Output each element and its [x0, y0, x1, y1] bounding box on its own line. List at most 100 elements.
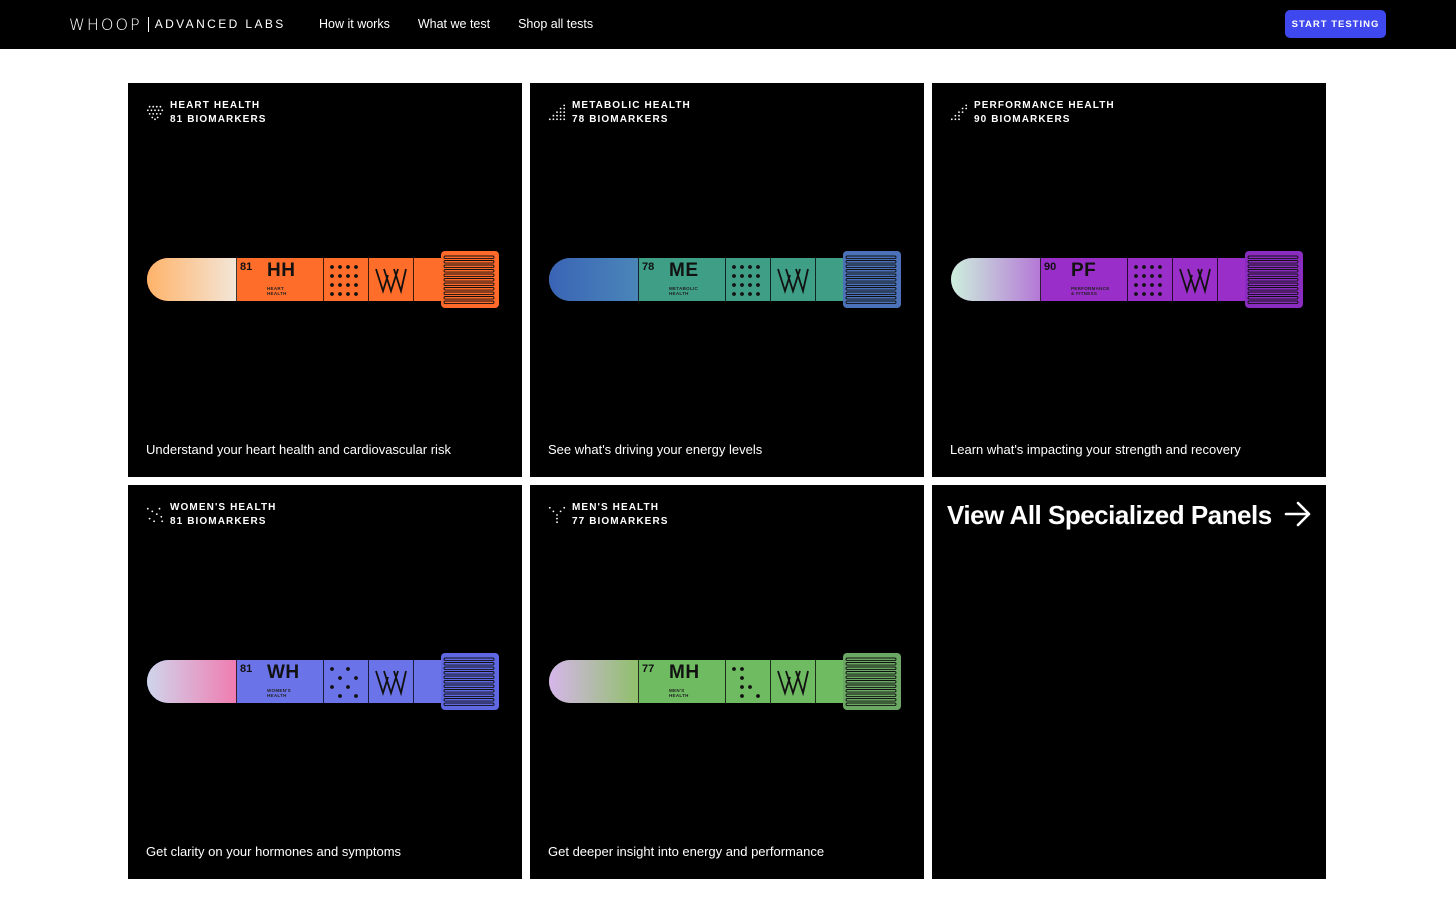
- panel-biomarker-count: 81 BIOMARKERS: [170, 114, 267, 125]
- logo-divider: [147, 16, 149, 32]
- heart-dots-icon: [146, 105, 164, 121]
- nav-link-how-it-works[interactable]: How it works: [319, 17, 390, 31]
- tube-dots-segment: [323, 660, 368, 703]
- tube-label-segment: 78 ME METABOLIC HEALTH: [638, 258, 725, 301]
- panel-header: WOMEN'S HEALTH 81 BIOMARKERS: [146, 501, 276, 529]
- tube-cap: [843, 653, 901, 710]
- tube-cap: [441, 251, 499, 308]
- panel-card-pf[interactable]: PERFORMANCE HEALTH 90 BIOMARKERS 90 PF P…: [932, 83, 1326, 477]
- nav-link-what-we-test[interactable]: What we test: [418, 17, 490, 31]
- tube-code: ME: [669, 260, 699, 281]
- tube-w-segment: [1172, 258, 1217, 301]
- panel-title: HEART HEALTH: [170, 100, 261, 111]
- panel-biomarker-count: 90 BIOMARKERS: [974, 114, 1071, 125]
- tube-dot-pattern: [732, 667, 760, 698]
- y-dots-icon: [548, 506, 566, 524]
- logo-wordmark: WHOOP: [69, 14, 142, 34]
- panel-description: Understand your heart health and cardiov…: [146, 442, 451, 457]
- tube-end-segment: [413, 660, 441, 703]
- whoop-w-icon: [777, 268, 809, 295]
- panel-title: MEN'S HEALTH: [572, 502, 660, 513]
- panel-titles: METABOLIC HEALTH 78 BIOMARKERS: [572, 99, 691, 127]
- panel-biomarker-count: 78 BIOMARKERS: [572, 114, 669, 125]
- nav-link-shop-all-tests[interactable]: Shop all tests: [518, 17, 593, 31]
- tube-w-segment: [368, 660, 413, 703]
- panel-titles: MEN'S HEALTH 77 BIOMARKERS: [572, 501, 669, 529]
- tube-tip: [147, 258, 237, 301]
- panel-title: WOMEN'S HEALTH: [170, 502, 277, 513]
- tube-dot-pattern: [330, 265, 358, 296]
- whoop-w-icon: [777, 670, 809, 697]
- tube-dots-segment: [1127, 258, 1172, 301]
- tube-number: 77: [642, 663, 655, 675]
- tube-w-segment: [770, 258, 815, 301]
- tube-number: 90: [1044, 261, 1057, 273]
- panel-titles: PERFORMANCE HEALTH 90 BIOMARKERS: [974, 99, 1115, 127]
- tube-cap-ridges: [443, 255, 495, 305]
- view-all-panels-card[interactable]: View All Specialized Panels: [932, 485, 1326, 879]
- panel-biomarker-count: 77 BIOMARKERS: [572, 516, 669, 527]
- test-tube-illustration: 90 PF PERFORMANCE & FITNESS: [951, 251, 1307, 309]
- panel-header: PERFORMANCE HEALTH 90 BIOMARKERS: [950, 99, 1115, 127]
- tube-number: 81: [240, 663, 253, 675]
- tube-sublabel-line2: HEALTH: [669, 693, 689, 698]
- whoop-w-icon: [375, 268, 407, 295]
- panel-title: PERFORMANCE HEALTH: [974, 100, 1115, 111]
- nav-links: How it works What we test Shop all tests: [319, 17, 621, 31]
- whoop-w-icon: [375, 670, 407, 697]
- test-tube-illustration: 77 MH MEN'S HEALTH: [549, 653, 905, 711]
- tube-cap-ridges: [845, 657, 897, 707]
- panel-titles: WOMEN'S HEALTH 81 BIOMARKERS: [170, 501, 276, 529]
- whoop-advanced-labs-logo[interactable]: WHOOP ADVANCED LABS: [69, 14, 286, 34]
- tube-end-segment: [815, 258, 843, 301]
- tube-dots-segment: [725, 258, 770, 301]
- tube-sublabel: METABOLIC HEALTH: [669, 286, 698, 296]
- panel-header: METABOLIC HEALTH 78 BIOMARKERS: [548, 99, 691, 127]
- test-tube-illustration: 81 HH HEART HEALTH: [147, 251, 503, 309]
- tube-sublabel: WOMEN'S HEALTH: [267, 688, 291, 698]
- tube-cap: [441, 653, 499, 710]
- tube-end-segment: [815, 660, 843, 703]
- tube-end-segment: [413, 258, 441, 301]
- tube-sublabel: MEN'S HEALTH: [669, 688, 689, 698]
- tube-code: WH: [267, 662, 300, 683]
- tube-dot-pattern: [1134, 265, 1162, 296]
- panel-header: MEN'S HEALTH 77 BIOMARKERS: [548, 501, 669, 529]
- tube-sublabel-line2: & FITNESS: [1071, 291, 1098, 296]
- tube-tip: [951, 258, 1041, 301]
- panel-description: Learn what's impacting your strength and…: [950, 442, 1241, 457]
- tube-cap: [1245, 251, 1303, 308]
- panel-card-wh[interactable]: WOMEN'S HEALTH 81 BIOMARKERS 81 WH WOMEN…: [128, 485, 522, 879]
- tube-w-segment: [770, 660, 815, 703]
- tube-label-segment: 81 HH HEART HEALTH: [236, 258, 323, 301]
- tube-dots-segment: [725, 660, 770, 703]
- tube-body: 81 HH HEART HEALTH: [147, 258, 441, 301]
- panel-card-me[interactable]: METABOLIC HEALTH 78 BIOMARKERS 78 ME MET…: [530, 83, 924, 477]
- tube-tip: [549, 660, 639, 703]
- tube-body: 78 ME METABOLIC HEALTH: [549, 258, 843, 301]
- arrow-right-icon: [1284, 501, 1311, 527]
- tube-w-segment: [368, 258, 413, 301]
- tube-cap-ridges: [443, 657, 495, 707]
- panel-biomarker-count: 81 BIOMARKERS: [170, 516, 267, 527]
- whoop-w-icon: [1179, 268, 1211, 295]
- tube-tip: [549, 258, 639, 301]
- tube-label-segment: 90 PF PERFORMANCE & FITNESS: [1040, 258, 1127, 301]
- start-testing-button[interactable]: START TESTING: [1285, 10, 1386, 38]
- top-nav: WHOOP ADVANCED LABS How it works What we…: [0, 0, 1456, 49]
- bars-dots-icon: [548, 104, 566, 121]
- view-all-panels-link[interactable]: View All Specialized Panels: [947, 500, 1272, 531]
- tube-number: 81: [240, 261, 253, 273]
- panel-description: See what's driving your energy levels: [548, 442, 763, 457]
- scatter-dots-icon: [146, 507, 164, 523]
- tube-body: 77 MH MEN'S HEALTH: [549, 660, 843, 703]
- tube-code: MH: [669, 662, 700, 683]
- panel-card-hh[interactable]: HEART HEALTH 81 BIOMARKERS 81 HH HEART H…: [128, 83, 522, 477]
- tube-sublabel: PERFORMANCE & FITNESS: [1071, 286, 1110, 296]
- tube-dot-pattern: [330, 667, 358, 698]
- panel-card-mh[interactable]: MEN'S HEALTH 77 BIOMARKERS 77 MH MEN'S H…: [530, 485, 924, 879]
- tube-number: 78: [642, 261, 655, 273]
- logo-subtitle: ADVANCED LABS: [154, 17, 286, 31]
- tube-sublabel-line2: HEALTH: [669, 291, 689, 296]
- panel-title: METABOLIC HEALTH: [572, 100, 691, 111]
